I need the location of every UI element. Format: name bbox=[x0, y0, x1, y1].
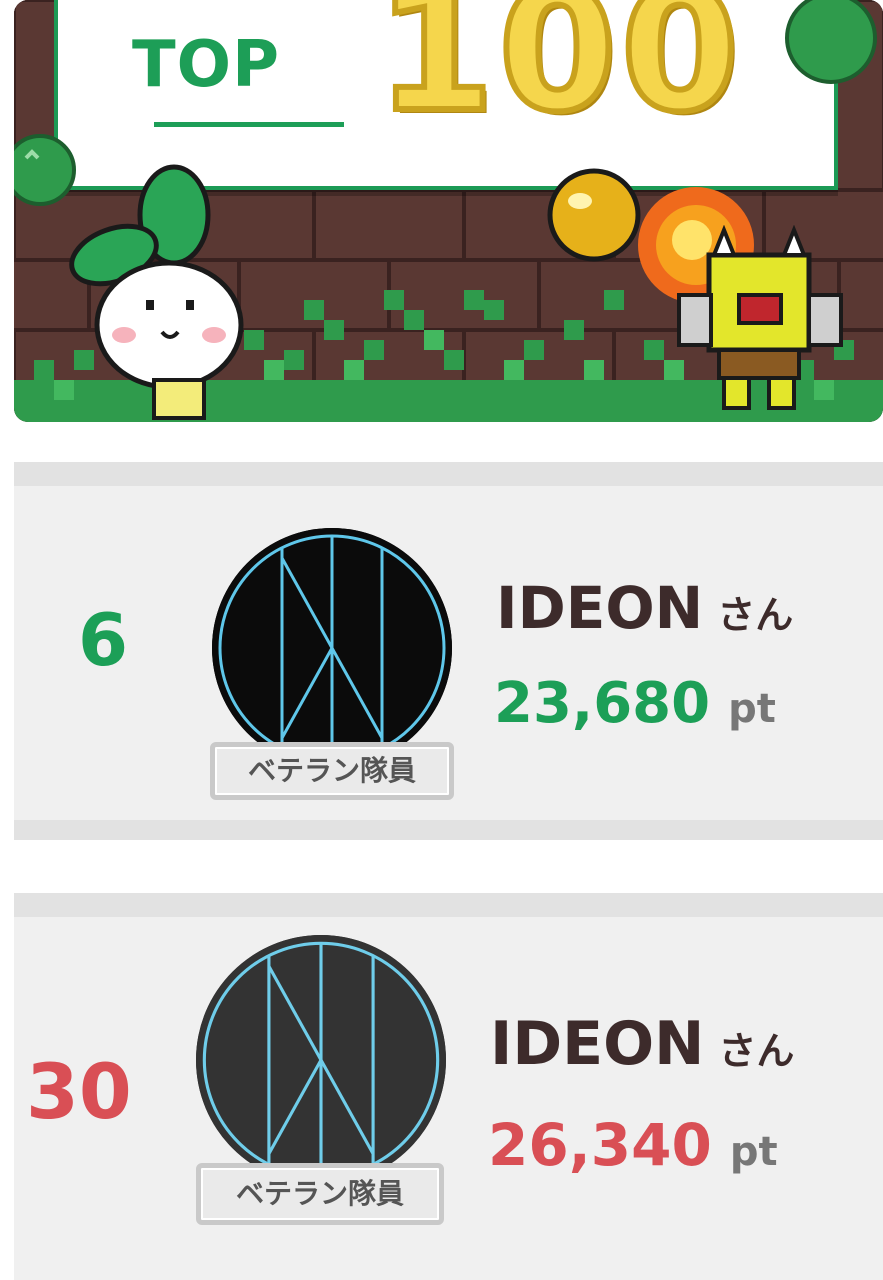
points-unit: pt bbox=[728, 686, 776, 732]
avatar[interactable] bbox=[196, 935, 446, 1185]
honorific-suffix: さん bbox=[718, 1029, 795, 1073]
status-badge: ベテラン隊員 bbox=[210, 742, 454, 800]
ideon-logo-icon bbox=[212, 528, 452, 768]
user-name[interactable]: IDEON さん bbox=[496, 574, 793, 642]
user-name-text: IDEON bbox=[496, 574, 704, 642]
rank-number: 30 bbox=[26, 1047, 132, 1136]
points-display: 26,340 pt bbox=[488, 1111, 778, 1179]
ranking-card[interactable]: 6 ベテラン隊員 IDEON さん 23,680 pt bbox=[14, 462, 883, 840]
user-name[interactable]: IDEON さん bbox=[490, 1009, 794, 1079]
rank-number: 6 bbox=[78, 598, 129, 682]
points-display: 23,680 pt bbox=[494, 671, 776, 736]
points-value: 26,340 bbox=[488, 1111, 712, 1179]
rabbit-mascot-icon bbox=[69, 164, 244, 420]
top100-banner[interactable]: TOP 100 bbox=[14, 0, 883, 422]
bush-icon bbox=[785, 0, 877, 84]
ogre-character-icon bbox=[677, 225, 843, 410]
avatar[interactable] bbox=[212, 528, 452, 768]
banner-100-number: 100 bbox=[373, 0, 743, 150]
points-unit: pt bbox=[729, 1129, 778, 1175]
honorific-suffix: さん bbox=[717, 593, 794, 637]
ranking-card[interactable]: 30 ベテラン隊員 IDEON さん 26,340 pt bbox=[14, 893, 883, 1280]
user-name-text: IDEON bbox=[490, 1009, 705, 1079]
banner-top-label: TOP bbox=[132, 28, 280, 102]
banner-top-underline bbox=[154, 122, 344, 127]
points-value: 23,680 bbox=[494, 671, 711, 736]
status-badge: ベテラン隊員 bbox=[196, 1163, 444, 1225]
ideon-logo-icon bbox=[196, 935, 446, 1185]
